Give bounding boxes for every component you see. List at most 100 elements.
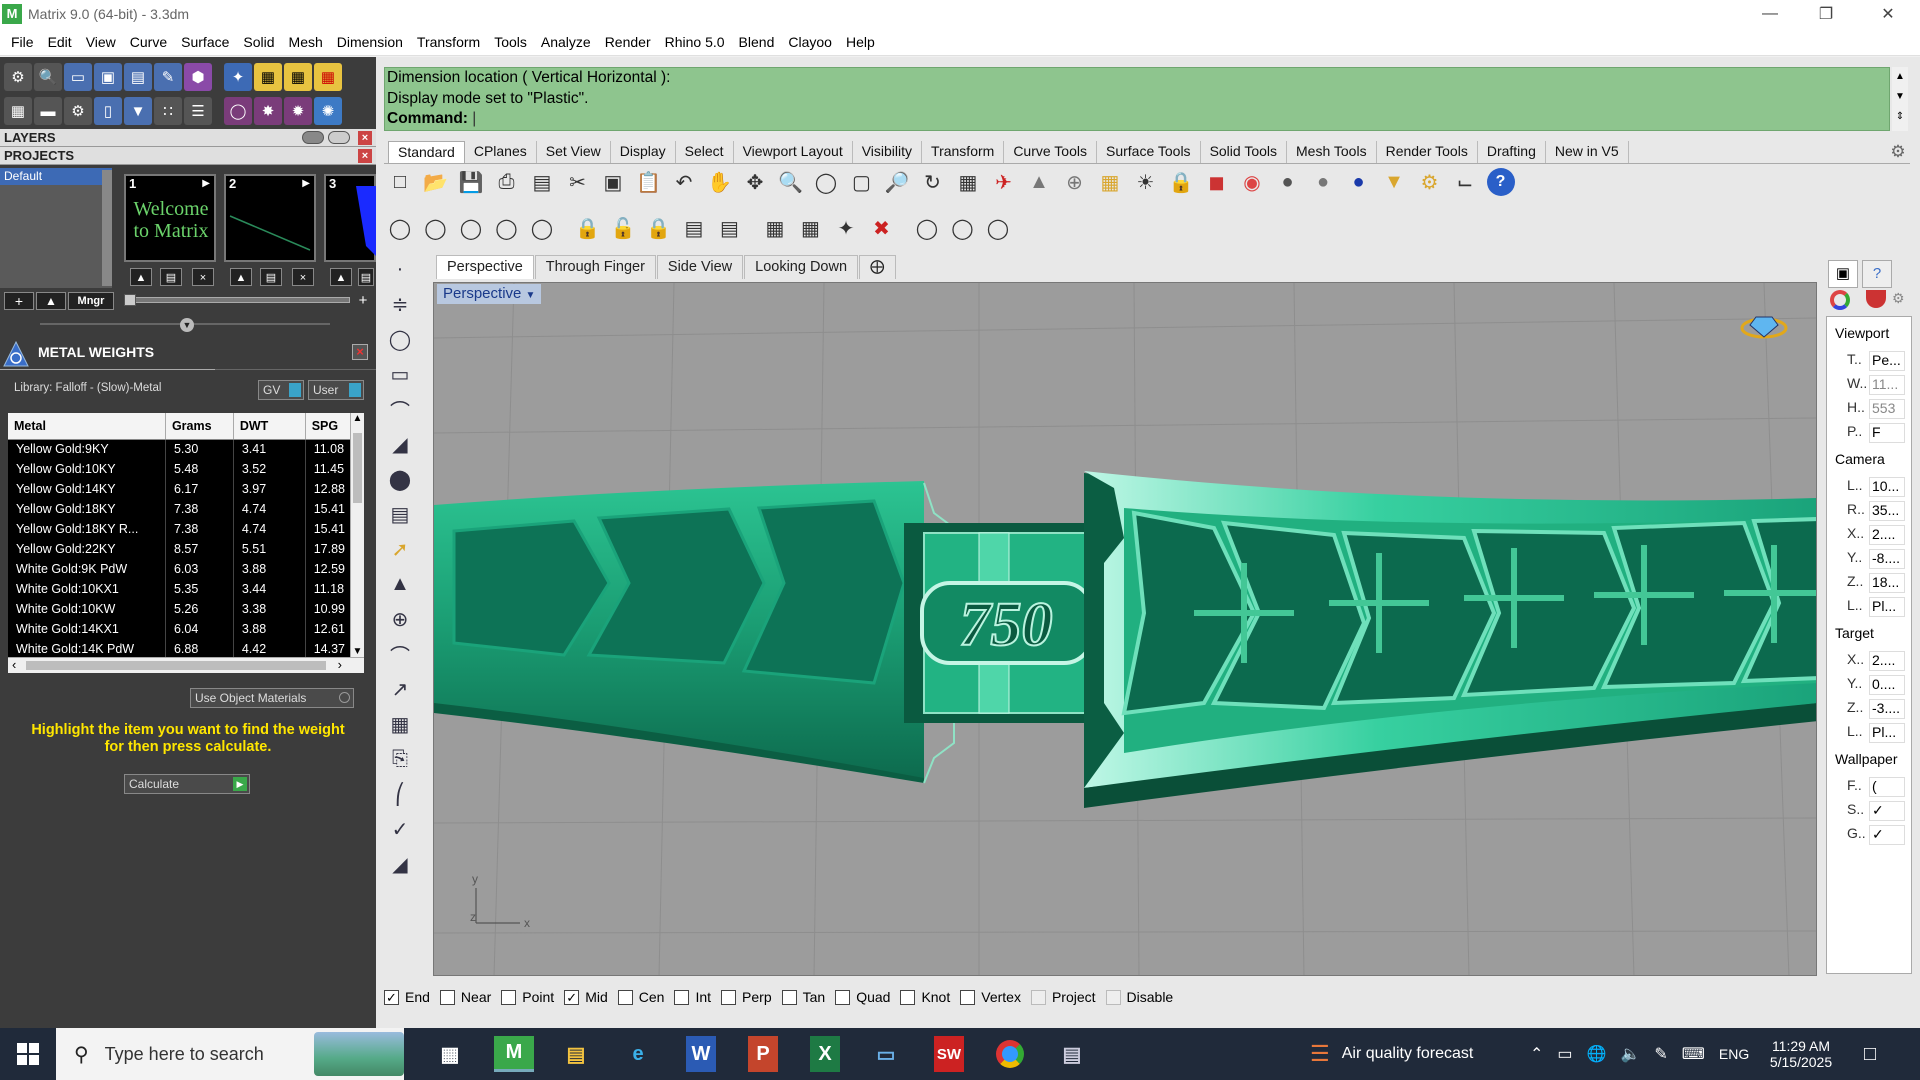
sphere-shade-icon[interactable]: ● xyxy=(1274,168,1302,196)
osnap-near[interactable]: Near xyxy=(439,989,491,1005)
four-viewports-icon[interactable]: ▦ xyxy=(954,168,982,196)
layers-close-icon[interactable]: × xyxy=(358,131,372,145)
render-sphere-icon[interactable]: ● xyxy=(1345,168,1373,196)
osnap-knot[interactable]: Knot xyxy=(900,989,950,1005)
properties-tab-icon[interactable]: ▣ xyxy=(1828,260,1858,288)
gear-tool-icon[interactable]: ⚙ xyxy=(64,97,92,125)
copy-icon[interactable]: ▣ xyxy=(599,168,627,196)
table-row[interactable]: Yellow Gold:18KY 7.38 4.74 15.41 xyxy=(8,499,354,519)
prop-row[interactable]: X.. 2.... xyxy=(1847,525,1907,545)
new-file-icon[interactable]: □ xyxy=(386,168,414,196)
toolbar-tab-solid-tools[interactable]: Solid Tools xyxy=(1201,141,1288,163)
battery-icon[interactable]: ▭ xyxy=(1557,1044,1572,1064)
prop-row[interactable]: Y.. -8.... xyxy=(1847,549,1907,569)
zoom-tool-icon[interactable]: 🔍 xyxy=(34,63,62,91)
prop-row[interactable]: R.. 35... xyxy=(1847,501,1907,521)
command-area[interactable]: Dimension location ( Vertical Horizontal… xyxy=(384,67,1890,131)
visibility-eye-2-icon[interactable] xyxy=(302,131,324,144)
metal-table-hscroll[interactable]: ‹ › xyxy=(8,657,364,673)
notification-icon[interactable]: □ xyxy=(1864,1028,1876,1080)
remote-desktop-icon[interactable]: ▭ xyxy=(866,1036,906,1072)
export-icon[interactable]: ▤ xyxy=(528,168,556,196)
play-icon[interactable]: ▶ xyxy=(202,178,210,189)
analyze-icon[interactable]: ⎘ xyxy=(386,745,414,773)
toolbar-tab-standard[interactable]: Standard xyxy=(388,141,465,163)
viewport-name-label[interactable]: Perspective ▼ xyxy=(437,284,542,304)
paint-bucket-icon[interactable]: ◢ xyxy=(386,850,414,878)
osnap-checkbox[interactable] xyxy=(835,989,851,1005)
project-thumb-2[interactable]: 2 ▶ xyxy=(224,174,316,262)
move-icon[interactable]: ✥ xyxy=(741,168,769,196)
toolbar-tab-set-view[interactable]: Set View xyxy=(537,141,611,163)
prop-value[interactable]: 0.... xyxy=(1869,675,1905,695)
weather-widget[interactable]: ☰ Air quality forecast xyxy=(1310,1028,1473,1080)
window-tool-icon[interactable]: ▦ xyxy=(254,63,282,91)
prop-row[interactable]: L.. 10... xyxy=(1847,477,1907,497)
prop-value[interactable]: F xyxy=(1869,423,1905,443)
ungroup-icon[interactable]: ▦ xyxy=(797,214,825,242)
grid-snap-icon[interactable]: ▦ xyxy=(1096,168,1124,196)
shade-icon[interactable]: ▲ xyxy=(1025,168,1053,196)
toolbar-tab-drafting[interactable]: Drafting xyxy=(1478,141,1546,163)
rectangle-icon[interactable]: ▭ xyxy=(386,360,414,388)
paste-icon[interactable]: 📋 xyxy=(635,168,663,196)
prop-row[interactable]: Z.. -3.... xyxy=(1847,699,1907,719)
clipboard-tool-icon[interactable]: ▤ xyxy=(124,63,152,91)
osnap-checkbox[interactable] xyxy=(1030,989,1046,1005)
osnap-checkbox[interactable] xyxy=(721,989,737,1005)
fillet-icon[interactable]: ⌒ xyxy=(386,640,414,668)
projects-close-icon[interactable]: × xyxy=(358,149,372,163)
viewport-tab-side-view[interactable]: Side View xyxy=(656,255,744,279)
osnap-checkbox[interactable] xyxy=(900,989,916,1005)
toolbar-tab-transform[interactable]: Transform xyxy=(922,141,1005,163)
prop-row[interactable]: Z.. 18... xyxy=(1847,573,1907,593)
visibility-eye-icon[interactable] xyxy=(328,131,350,144)
prop-value[interactable]: 35... xyxy=(1869,501,1905,521)
menu-solid[interactable]: Solid xyxy=(236,34,281,50)
thumb3-up-button[interactable]: ▲ xyxy=(330,268,352,286)
use-object-materials-toggle[interactable]: Use Object Materials xyxy=(190,688,354,708)
zoom-selected-icon[interactable]: 🔎 xyxy=(883,168,911,196)
print-icon[interactable]: ⎙ xyxy=(493,168,521,196)
prop-row[interactable]: Y.. 0.... xyxy=(1847,675,1907,695)
osnap-checkbox[interactable] xyxy=(617,989,633,1005)
bulb-all-icon[interactable]: ◯ xyxy=(493,214,521,242)
table-row[interactable]: Yellow Gold:9KY 5.30 3.41 11.08 xyxy=(8,439,354,459)
tray-chevron-icon[interactable]: ⌃ xyxy=(1530,1044,1543,1064)
osnap-checkbox[interactable]: ✓ xyxy=(564,989,580,1005)
hscroll-thumb[interactable] xyxy=(26,661,326,670)
project-thumb-1[interactable]: 1 ▶ Welcome to Matrix xyxy=(124,174,216,262)
metal-weights-close-icon[interactable]: × xyxy=(352,344,368,360)
language-indicator[interactable]: ENG xyxy=(1719,1046,1749,1062)
table-row[interactable]: White Gold:10KX1 5.35 3.44 11.18 xyxy=(8,579,354,599)
prop-value[interactable]: -8.... xyxy=(1869,549,1905,569)
prop-row[interactable]: S.. ✓ xyxy=(1847,801,1907,821)
prop-row[interactable]: L.. Pl... xyxy=(1847,597,1907,617)
funnel-tool-icon[interactable]: ▼ xyxy=(124,97,152,125)
prop-value[interactable]: -3.... xyxy=(1869,699,1905,719)
menu-edit[interactable]: Edit xyxy=(41,34,79,50)
prop-section-target[interactable]: Target xyxy=(1835,625,1874,641)
viewport-tab-looking-down[interactable]: Looking Down xyxy=(744,255,859,279)
prop-value[interactable]: ✓ xyxy=(1869,801,1905,821)
edge-icon[interactable]: e xyxy=(618,1036,658,1072)
osnap-checkbox[interactable] xyxy=(960,989,976,1005)
project-thumb-3[interactable]: 3 xyxy=(324,174,376,262)
osnap-checkbox[interactable] xyxy=(1105,989,1121,1005)
prop-value[interactable]: 2.... xyxy=(1869,651,1905,671)
layer-list-scrollbar[interactable] xyxy=(102,170,112,286)
prop-value[interactable]: 18... xyxy=(1869,573,1905,593)
lock-all-icon[interactable]: ▤ xyxy=(716,214,744,242)
list-tool-icon[interactable]: ☰ xyxy=(184,97,212,125)
options-gear-icon[interactable]: ⚙ xyxy=(1416,168,1444,196)
prop-value[interactable]: Pl... xyxy=(1869,723,1905,743)
prop-row[interactable]: L.. Pl... xyxy=(1847,723,1907,743)
user-toggle[interactable]: User xyxy=(308,380,364,400)
osnap-project[interactable]: Project xyxy=(1030,989,1096,1005)
viewport-menu-chevron-icon[interactable]: ▼ xyxy=(526,290,536,301)
matrix-app-icon[interactable]: M xyxy=(494,1036,534,1072)
transform-icon[interactable]: ↗ xyxy=(386,675,414,703)
help-icon[interactable]: ? xyxy=(1486,168,1515,196)
bulb-off-icon[interactable]: ◯ xyxy=(422,214,450,242)
prop-section-camera[interactable]: Camera xyxy=(1835,451,1885,467)
